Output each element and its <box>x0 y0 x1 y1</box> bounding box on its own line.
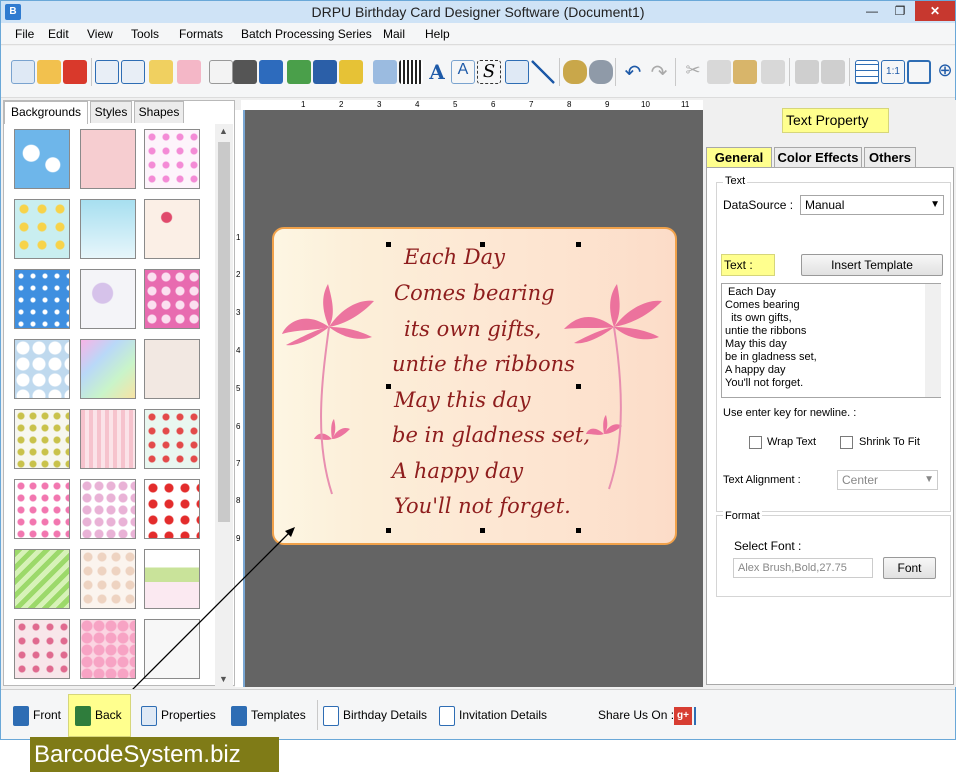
text-scrollbar[interactable] <box>925 284 941 397</box>
back-label: Back <box>95 708 122 722</box>
alignment-value: Center <box>842 473 879 487</box>
tab-color-effects[interactable]: Color Effects <box>774 147 862 167</box>
birthday-details-button[interactable]: Birthday Details <box>323 703 427 727</box>
font-field: Alex Brush,Bold,27.75 <box>733 558 873 578</box>
share-divider <box>694 707 696 725</box>
text-alignment-label: Text Alignment : <box>723 474 801 486</box>
datasource-select[interactable]: Manual ▼ <box>800 195 944 215</box>
text-group-label: Text <box>723 175 748 187</box>
format-group <box>716 515 951 597</box>
invitation-details-icon <box>439 705 455 726</box>
templates-button[interactable]: Templates <box>231 703 306 727</box>
properties-label: Properties <box>161 708 216 722</box>
back-page-icon <box>75 705 91 726</box>
share-label: Share Us On : <box>598 708 675 722</box>
properties-button[interactable]: Properties <box>141 703 216 727</box>
text-property-title: Text Property <box>782 108 889 133</box>
shrink-to-fit-label: Shrink To Fit <box>859 436 920 448</box>
templates-label: Templates <box>251 708 306 722</box>
wrap-text-label: Wrap Text <box>767 436 817 448</box>
datasource-value: Manual <box>805 198 845 212</box>
tab-general[interactable]: General <box>706 147 772 168</box>
invitation-details-button[interactable]: Invitation Details <box>439 703 547 727</box>
front-button[interactable]: Front <box>13 703 61 727</box>
back-button[interactable]: Back <box>75 703 122 727</box>
chevron-down-icon: ▼ <box>930 199 940 210</box>
newline-hint: Use enter key for newline. : <box>723 407 857 419</box>
select-font-label: Select Font : <box>734 539 802 553</box>
bottom-bar: Front Back Properties Templates Birthday… <box>1 689 955 739</box>
text-alignment-select[interactable]: Center ▼ <box>837 470 938 490</box>
format-group-label: Format <box>723 510 762 522</box>
font-button[interactable]: Font <box>883 557 936 579</box>
watermark: BarcodeSystem.biz <box>30 737 279 772</box>
general-tab-content: Text DataSource : Manual ▼ Text : Insert… <box>706 167 954 685</box>
text-label: Text : <box>721 254 775 276</box>
shrink-to-fit-checkbox[interactable] <box>840 436 853 449</box>
app-window: B DRPU Birthday Card Designer Software (… <box>0 0 956 740</box>
wrap-text-checkbox[interactable] <box>749 436 762 449</box>
chevron-down-icon: ▼ <box>924 474 934 485</box>
properties-icon <box>141 705 157 726</box>
birthday-details-label: Birthday Details <box>343 708 428 722</box>
text-input[interactable]: Each Day Comes bearing its own gifts, un… <box>721 283 941 398</box>
google-plus-icon[interactable]: g+ <box>674 707 692 725</box>
tab-others[interactable]: Others <box>864 147 916 167</box>
bottom-separator <box>317 700 318 730</box>
birthday-details-icon <box>323 705 339 726</box>
front-page-icon <box>13 705 29 726</box>
invitation-details-label: Invitation Details <box>459 708 548 722</box>
front-label: Front <box>33 708 62 722</box>
datasource-label: DataSource : <box>723 198 794 212</box>
templates-icon <box>231 705 247 726</box>
property-panel: Text Property General Color Effects Othe… <box>704 100 956 687</box>
insert-template-button[interactable]: Insert Template <box>801 254 943 276</box>
